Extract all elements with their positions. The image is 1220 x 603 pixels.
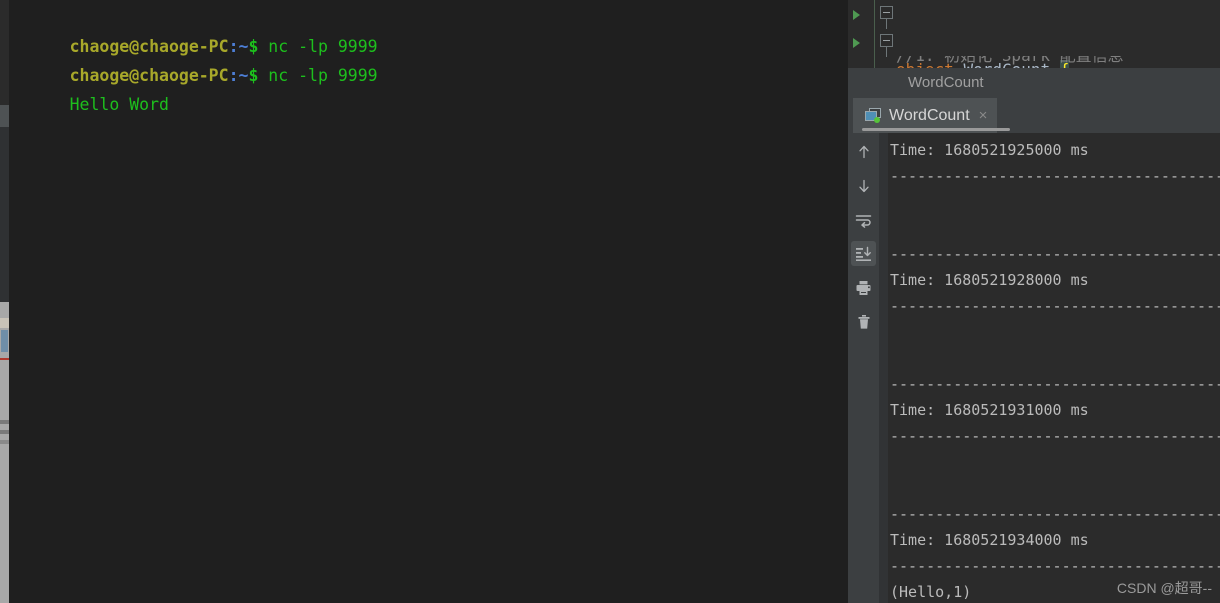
- scroll-to-end-icon[interactable]: [851, 241, 876, 266]
- terminal-prompt-dollar: $: [248, 37, 259, 56]
- console-line: Time: 1680521934000 ms: [890, 531, 1089, 549]
- console-line: ----------------------------------------…: [890, 557, 1220, 575]
- terminal-prompt-colon: :: [228, 66, 239, 85]
- soft-wrap-icon[interactable]: [851, 207, 876, 232]
- run-tool-window-tabbar: WordCount ×: [848, 98, 1220, 133]
- tab-active-underline: [862, 128, 1010, 131]
- console-line: Time: 1680521928000 ms: [890, 271, 1089, 289]
- sliver-detail-1: [0, 318, 9, 328]
- code-fold-line: [874, 0, 875, 68]
- sliver-detail-2: [1, 330, 8, 352]
- fold-stem: [886, 47, 887, 57]
- terminal-line: chaoge@chaoge-PC:~$ nc -lp 9999: [9, 3, 848, 56]
- code-comment-text: //1. 初始化 Spark 配置信息: [896, 56, 1220, 68]
- tab-label: WordCount: [889, 106, 970, 124]
- console-line: ----------------------------------------…: [890, 297, 1220, 315]
- sliver-mid-region: [0, 127, 9, 302]
- fold-marker-icon[interactable]: [880, 6, 893, 19]
- terminal-window[interactable]: chaoge@chaoge-PC:~$ nc -lp 9999 chaoge@c…: [9, 0, 848, 603]
- down-arrow-icon[interactable]: [851, 173, 876, 198]
- fold-stem: [886, 19, 887, 29]
- ide-panel: object WordCount { def main(args: Array[…: [848, 0, 1220, 603]
- running-indicator-dot: [874, 117, 880, 123]
- console-output[interactable]: Time: 1680521925000 ms -----------------…: [888, 133, 1220, 603]
- terminal-prompt-path: ~: [238, 66, 249, 85]
- terminal-prompt-dollar: $: [248, 66, 259, 85]
- sliver-detail-4: [0, 430, 9, 434]
- console-toolbar: [848, 133, 879, 603]
- terminal-command: nc -lp 9999: [258, 37, 378, 56]
- background-window-sliver: [0, 0, 9, 603]
- sliver-error-marker: [0, 358, 9, 360]
- fold-marker-icon[interactable]: [880, 34, 893, 47]
- terminal-output-text: Hello Word: [69, 95, 169, 114]
- close-icon[interactable]: ×: [979, 107, 988, 124]
- console-window-icon: [865, 108, 882, 123]
- screenshot-root: chaoge@chaoge-PC:~$ nc -lp 9999 chaoge@c…: [0, 0, 1220, 603]
- code-editor[interactable]: object WordCount { def main(args: Array[…: [848, 0, 1220, 68]
- console-line: Time: 1680521931000 ms: [890, 401, 1089, 419]
- console-line: ----------------------------------------…: [890, 505, 1220, 523]
- csdn-watermark: CSDN @超哥--: [1116, 580, 1212, 596]
- terminal-prompt-user: chaoge@chaoge-PC: [69, 37, 229, 56]
- sliver-tab-region: [0, 105, 9, 127]
- sliver-detail-5: [0, 440, 9, 444]
- terminal-prompt-colon: :: [228, 37, 239, 56]
- console-line: ----------------------------------------…: [890, 167, 1220, 185]
- console-line: ----------------------------------------…: [890, 427, 1220, 445]
- breadcrumb[interactable]: WordCount: [848, 68, 1220, 98]
- up-arrow-icon[interactable]: [851, 139, 876, 164]
- run-gutter-icon[interactable]: [853, 38, 860, 48]
- trash-icon[interactable]: [851, 309, 876, 334]
- console-line: ----------------------------------------…: [890, 245, 1220, 263]
- code-comment-clipped: //1. 初始化 Spark 配置信息: [896, 56, 1220, 68]
- print-icon[interactable]: [851, 275, 876, 300]
- terminal-command: nc -lp 9999: [258, 66, 378, 85]
- terminal-prompt-path: ~: [238, 37, 249, 56]
- sliver-top-region: [0, 0, 9, 105]
- console-line: ----------------------------------------…: [890, 375, 1220, 393]
- console-gutter: [879, 133, 888, 603]
- sliver-detail-3: [0, 420, 9, 424]
- terminal-prompt-user: chaoge@chaoge-PC: [69, 66, 229, 85]
- console-line: Time: 1680521925000 ms: [890, 141, 1089, 159]
- run-gutter-icon[interactable]: [853, 10, 860, 20]
- console-area: Time: 1680521925000 ms -----------------…: [848, 133, 1220, 603]
- editor-gutter[interactable]: [848, 0, 893, 68]
